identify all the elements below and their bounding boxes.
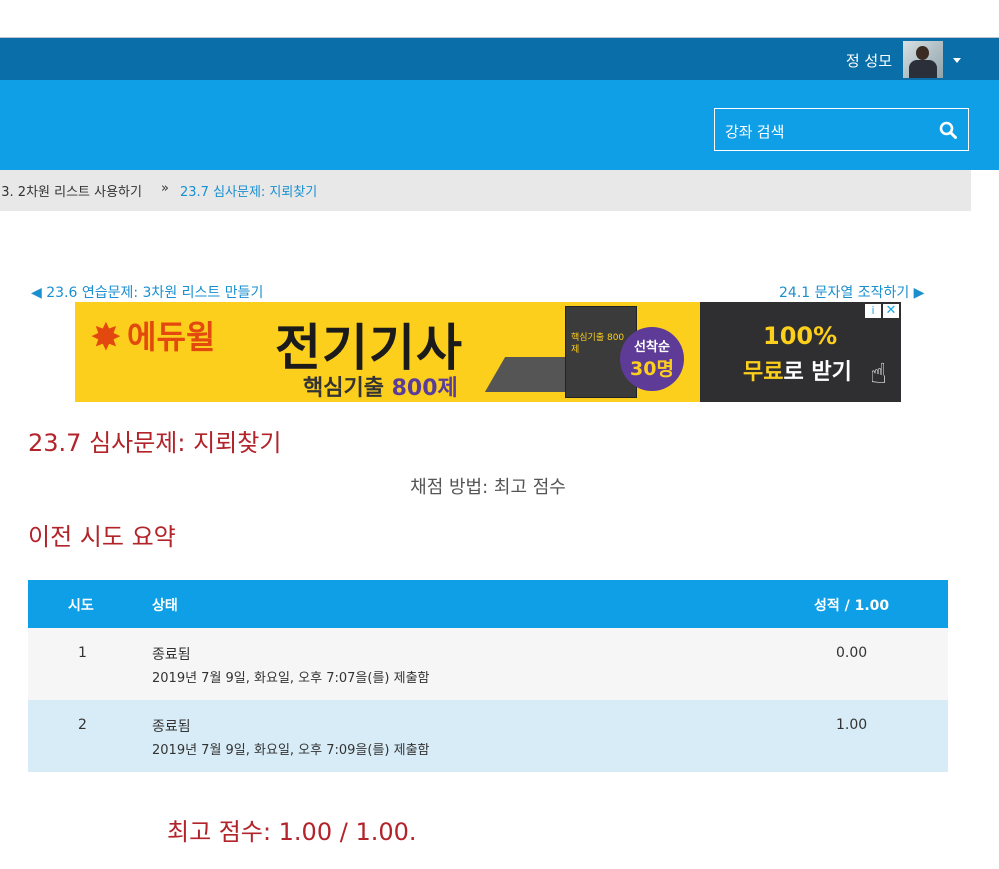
attempt-state: 종료됨 — [152, 719, 191, 735]
summary-heading: 이전 시도 요약 — [28, 523, 176, 551]
pointing-hand-icon: ☝ — [870, 357, 888, 390]
ad-badge-line2: 30명 — [630, 358, 674, 380]
ad-cta-highlight: 무료 — [743, 360, 784, 385]
attempt-submitted: 2019년 7월 9일, 화요일, 오후 7:09을(를) 제출함 — [152, 743, 430, 758]
search-icon[interactable] — [939, 121, 957, 139]
table-header: 시도 상태 성적 / 1.00 — [28, 580, 948, 628]
ad-subtitle: 핵심기출 800제 — [303, 370, 458, 402]
breadcrumb-separator: » — [161, 181, 169, 196]
prev-activity-link[interactable]: ◀ 23.6 연습문제: 3차원 리스트 만들기 — [31, 282, 263, 302]
header-grade: 성적 / 1.00 — [814, 598, 890, 614]
ad-percent: 100% — [763, 322, 838, 350]
ad-subtitle-prefix: 핵심기출 — [303, 376, 392, 401]
ad-close-icon[interactable]: ✕ — [883, 304, 899, 318]
course-search-box — [714, 108, 969, 151]
attempt-submitted: 2019년 7월 9일, 화요일, 오후 7:07을(를) 제출함 — [152, 671, 430, 686]
next-activity-link[interactable]: 24.1 문자열 조작하기 ▶ — [779, 282, 924, 302]
user-menu-caret-icon[interactable] — [953, 58, 961, 63]
attempt-number: 2 — [78, 717, 87, 733]
breadcrumb-current-link[interactable]: 23.7 심사문제: 지뢰찾기 — [180, 181, 317, 200]
user-name[interactable]: 정 성모 — [846, 50, 892, 71]
final-grade: 최고 점수: 1.00 / 1.00. — [167, 818, 417, 846]
advertisement-banner[interactable]: ✸ 에듀윌 전기기사 핵심기출 800제 핵심기출 800제 선착순 30명 1… — [75, 302, 901, 402]
ad-badge-line1: 선착순 — [634, 340, 670, 355]
attempt-grade: 0.00 — [836, 645, 868, 661]
header-state: 상태 — [152, 598, 178, 614]
avatar-body — [909, 60, 937, 78]
page-title: 23.7 심사문제: 지뢰찾기 — [28, 429, 282, 457]
attempt-grade: 1.00 — [836, 717, 868, 733]
header-attempt: 시도 — [68, 598, 94, 614]
ad-subtitle-highlight: 800제 — [391, 376, 458, 401]
sun-logo-icon: ✸ — [90, 315, 122, 359]
course-search-input[interactable] — [723, 121, 927, 143]
ad-cta: 무료로 받기 — [743, 354, 852, 386]
table-row: 2 종료됨 2019년 7월 9일, 화요일, 오후 7:09을(를) 제출함 … — [28, 700, 948, 772]
table-row: 1 종료됨 2019년 7월 9일, 화요일, 오후 7:07을(를) 제출함 … — [28, 628, 948, 700]
attempt-number: 1 — [78, 645, 87, 661]
ad-logo-text: 에듀윌 — [127, 318, 216, 356]
avatar[interactable] — [903, 41, 943, 78]
grading-method: 채점 방법: 최고 점수 — [410, 477, 566, 498]
breadcrumb — [0, 170, 971, 211]
ad-info-icon[interactable]: i — [865, 304, 881, 318]
ad-cta-rest: 로 받기 — [783, 360, 852, 385]
avatar-head — [916, 46, 929, 60]
attempt-state: 종료됨 — [152, 647, 191, 663]
breadcrumb-parent-link[interactable]: 23. 2차원 리스트 사용하기 — [0, 181, 142, 200]
